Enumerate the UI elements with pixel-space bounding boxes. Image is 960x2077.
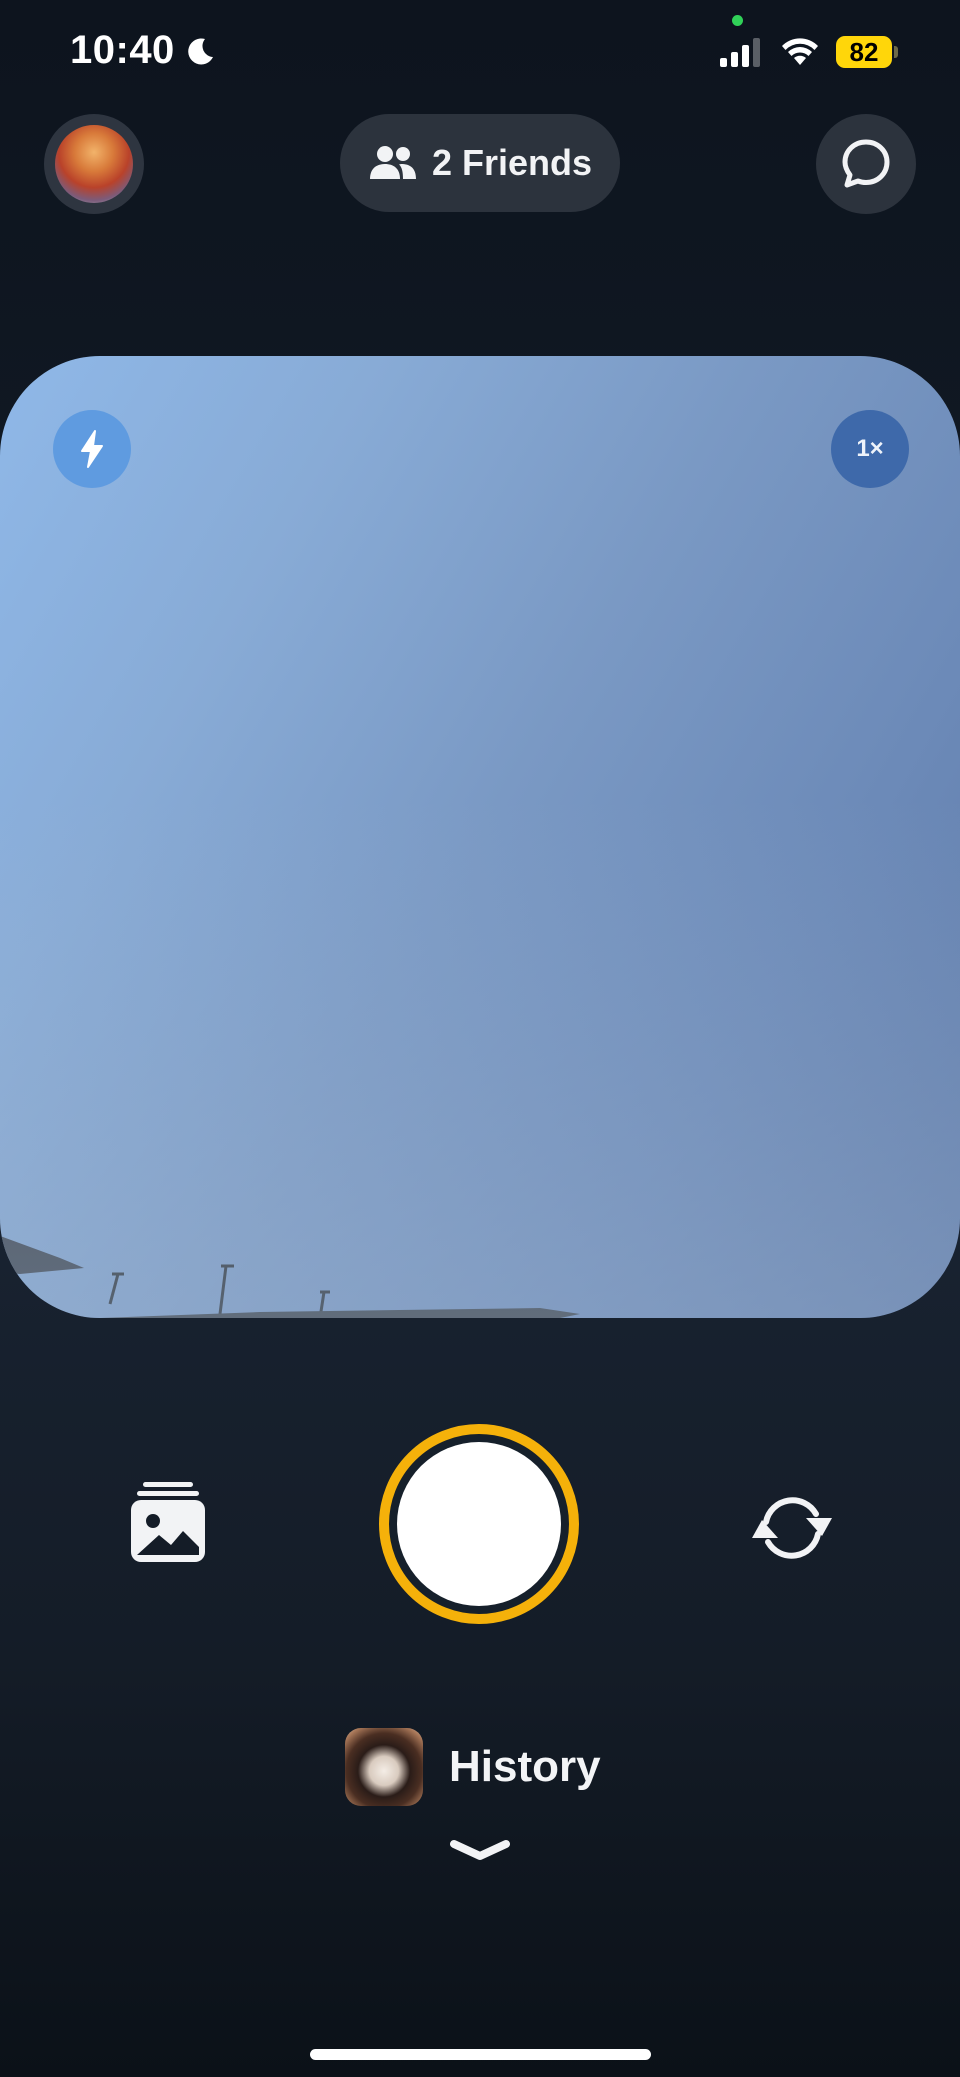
chat-button[interactable] (816, 114, 916, 214)
gallery-button[interactable] (126, 1480, 210, 1564)
battery-cap (894, 46, 898, 58)
friends-icon (369, 146, 416, 179)
battery-level: 82 (836, 36, 892, 68)
gallery-icon (131, 1482, 205, 1562)
home-indicator[interactable] (310, 2049, 651, 2060)
status-time-text: 10:40 (70, 28, 175, 72)
flash-button[interactable] (53, 410, 131, 488)
profile-avatar (55, 125, 133, 203)
history-thumbnail (345, 1728, 423, 1806)
chat-bubble-icon (842, 139, 890, 188)
wifi-icon (782, 38, 818, 65)
chevron-down-icon[interactable] (448, 1836, 512, 1866)
flip-camera-button[interactable] (744, 1480, 840, 1576)
flash-icon (81, 430, 103, 468)
status-bar-right: 82 (720, 36, 898, 68)
cellular-signal-icon (720, 38, 760, 67)
shutter-button[interactable] (379, 1424, 579, 1624)
status-bar-time: 10:40 (70, 28, 217, 73)
privacy-indicator-dot (732, 15, 743, 26)
shutter-inner (397, 1442, 561, 1606)
camera-viewfinder[interactable] (0, 356, 960, 1318)
zoom-label: 1× (856, 435, 884, 462)
history-label: History (449, 1742, 601, 1791)
profile-avatar-button[interactable] (44, 114, 144, 214)
moon-icon (188, 37, 213, 64)
friends-button[interactable]: 2 Friends (340, 114, 620, 212)
flip-camera-icon (752, 1497, 832, 1559)
viewfinder-horizon-scene (0, 1236, 580, 1318)
battery-icon: 82 (836, 36, 898, 68)
history-button[interactable]: History (345, 1728, 601, 1806)
zoom-button[interactable]: 1× (831, 410, 909, 488)
friends-label: 2 Friends (431, 142, 593, 183)
